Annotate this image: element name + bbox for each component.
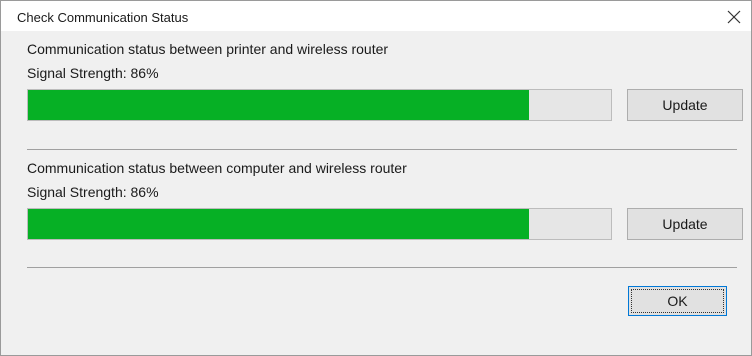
- close-icon: [727, 10, 741, 24]
- title-bar: Check Communication Status: [1, 1, 751, 31]
- computer-router-signal-bar: [27, 208, 612, 240]
- printer-router-signal-fill: [28, 90, 530, 120]
- computer-router-signal-strength: Signal Strength: 86%: [27, 184, 159, 200]
- close-button[interactable]: [717, 1, 751, 31]
- section-divider: [27, 149, 737, 150]
- dialog-body: Communication status between printer and…: [1, 31, 751, 355]
- computer-router-update-button[interactable]: Update: [627, 208, 743, 240]
- printer-router-signal-strength: Signal Strength: 86%: [27, 65, 159, 81]
- computer-router-signal-fill: [28, 209, 530, 239]
- window-title: Check Communication Status: [17, 10, 189, 25]
- check-communication-status-dialog: Check Communication Status Communication…: [0, 0, 752, 356]
- ok-button-label: OK: [667, 293, 688, 309]
- ok-button[interactable]: OK: [628, 286, 727, 316]
- printer-router-signal-bar: [27, 89, 612, 121]
- printer-router-update-button[interactable]: Update: [627, 89, 743, 121]
- computer-router-status-label: Communication status between computer an…: [27, 160, 407, 176]
- printer-router-status-label: Communication status between printer and…: [27, 41, 389, 57]
- footer-divider: [27, 267, 737, 268]
